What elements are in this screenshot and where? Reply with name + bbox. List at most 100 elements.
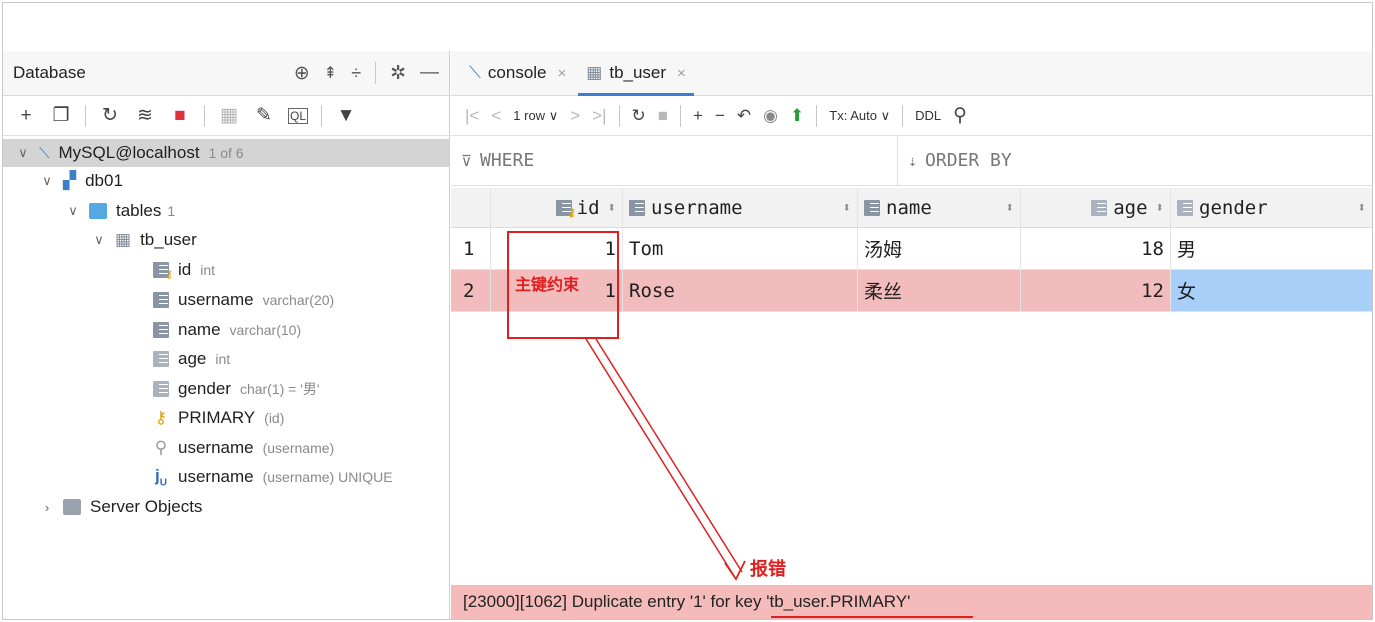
revert-icon[interactable]: ↶ <box>737 106 751 126</box>
cell-age[interactable]: 12 <box>1021 270 1171 311</box>
sort-icon[interactable]: ⬍ <box>608 200 616 216</box>
add-icon[interactable]: + <box>15 105 37 127</box>
ddl-button[interactable]: DDL <box>915 108 941 123</box>
column-label: age <box>178 349 207 368</box>
separator <box>902 104 904 127</box>
edit-icon[interactable]: ✎ <box>253 105 275 127</box>
stop-icon[interactable]: ■ <box>658 106 668 126</box>
column-header-id[interactable]: ⚷ id ⬍ <box>491 188 623 227</box>
order-by-input[interactable]: ⇣ ORDER BY <box>898 136 1372 185</box>
chevron-down-icon[interactable]: ∨ <box>65 203 81 219</box>
editor-tabs: ⟍ console × ▦ tb_user × <box>451 51 1372 96</box>
error-message: [23000][1062] Duplicate entry '1' for ke… <box>463 592 911 611</box>
cell-username[interactable]: Rose <box>623 270 858 311</box>
sort-icon: ⇣ <box>908 151 918 170</box>
crosshair-icon[interactable]: ⊕ <box>294 62 310 85</box>
minimize-icon[interactable]: — <box>420 62 439 84</box>
search-icon[interactable]: ⚲ <box>953 104 967 127</box>
column-header-age[interactable]: age ⬍ <box>1021 188 1171 227</box>
next-page-icon[interactable]: > <box>570 106 580 126</box>
tree-node-table[interactable]: ∨ ▦ tb_user <box>91 226 197 254</box>
filter-icon[interactable]: ▼ <box>335 105 357 127</box>
add-row-icon[interactable]: + <box>693 106 703 126</box>
cell-gender[interactable]: 女 <box>1171 270 1372 311</box>
collapse-all-icon[interactable]: ÷ <box>351 63 361 84</box>
table-icon[interactable]: ▦ <box>218 105 240 127</box>
column-label: gender <box>178 379 231 398</box>
sort-icon[interactable]: ⬍ <box>1156 200 1164 216</box>
rows-selector-label: 1 row <box>513 107 546 123</box>
tree-node-tables-folder[interactable]: ∨ tables 1 <box>65 197 175 225</box>
first-page-icon[interactable]: |< <box>465 106 479 126</box>
schema-icon: ▞ <box>63 171 77 190</box>
separator <box>375 62 377 84</box>
primary-key-annotation: 主键约束 <box>515 275 580 294</box>
tree-node-column-name[interactable]: name varchar(10) <box>153 316 301 344</box>
chevron-down-icon[interactable]: ∨ <box>91 232 107 248</box>
gear-icon[interactable]: ✲ <box>390 62 406 85</box>
submit-icon[interactable]: ⬆ <box>790 106 804 126</box>
tree-node-column-username[interactable]: username varchar(20) <box>153 286 334 314</box>
sort-icon[interactable]: ⬍ <box>1358 200 1366 216</box>
column-icon <box>1177 199 1193 216</box>
grid-header: ⚷ id ⬍ username ⬍ name ⬍ age ⬍ gender ⬍ <box>451 188 1372 228</box>
rows-selector[interactable]: 1 row ∨ <box>513 108 558 124</box>
chevron-down-icon[interactable]: ∨ <box>15 145 31 161</box>
cell-gender[interactable]: 男 <box>1171 228 1372 269</box>
tree-node-connection[interactable]: ∨ ⟍ MySQL@localhost 1 of 6 <box>15 139 243 167</box>
close-icon[interactable]: × <box>558 65 567 82</box>
tree-node-server-objects[interactable]: › Server Objects <box>39 493 203 521</box>
cell-age[interactable]: 18 <box>1021 228 1171 269</box>
column-icon <box>153 322 169 338</box>
delete-row-icon[interactable]: − <box>715 106 725 126</box>
column-header-username[interactable]: username ⬍ <box>623 188 858 227</box>
column-label: name <box>178 320 221 339</box>
previous-page-icon[interactable]: < <box>491 106 501 126</box>
where-filter-input[interactable]: ⊽ WHERE <box>451 136 898 185</box>
tree-node-column-gender[interactable]: gender char(1) = '男' <box>153 375 320 403</box>
chevron-right-icon[interactable]: › <box>39 500 55 515</box>
column-header-name[interactable]: name ⬍ <box>858 188 1021 227</box>
row-number: 1 <box>451 228 491 269</box>
cell-username[interactable]: Tom <box>623 228 858 269</box>
cell-name[interactable]: 汤姆 <box>858 228 1021 269</box>
tree-node-column-age[interactable]: age int <box>153 345 230 373</box>
refresh-icon[interactable]: ↻ <box>632 106 646 126</box>
tree-node-key-username[interactable]: ⚲ username (username) <box>153 434 334 462</box>
column-type: char(1) = '男' <box>239 381 320 397</box>
preview-changes-icon[interactable]: ◉ <box>763 106 778 126</box>
query-console-icon[interactable]: QL <box>288 107 308 124</box>
expand-all-icon[interactable]: ⇞ <box>324 63 337 83</box>
tree-node-index-username[interactable]: jU username (username) UNIQUE <box>153 463 393 491</box>
folder-icon <box>89 203 107 219</box>
folder-icon <box>63 499 81 515</box>
row-number: 2 <box>451 270 491 311</box>
tab-label: tb_user <box>609 63 667 82</box>
tree-node-schema[interactable]: ∨ ▞ db01 <box>39 167 123 195</box>
copy-icon[interactable]: ❐ <box>50 105 72 127</box>
tx-mode-label: Tx: Auto <box>829 107 877 123</box>
column-header-label: username <box>651 196 743 219</box>
sort-icon[interactable]: ⬍ <box>1006 200 1014 216</box>
where-label: WHERE <box>479 150 535 171</box>
column-icon <box>864 199 880 216</box>
stop-icon[interactable]: ■ <box>169 105 191 127</box>
tx-mode-selector[interactable]: Tx: Auto ∨ <box>829 108 890 124</box>
table-icon: ▦ <box>115 230 132 249</box>
cell-name[interactable]: 柔丝 <box>858 270 1021 311</box>
separator <box>816 104 818 127</box>
last-page-icon[interactable]: >| <box>592 106 606 126</box>
sort-icon[interactable]: ⬍ <box>843 200 851 216</box>
close-icon[interactable]: × <box>677 65 686 82</box>
database-panel: Database ⊕ ⇞ ÷ ✲ — + ❐ ↻ ≋ ■ ▦ ✎ QL ▼ ∨ … <box>3 51 450 619</box>
column-header-label: gender <box>1199 196 1268 219</box>
column-header-gender[interactable]: gender ⬍ <box>1171 188 1372 227</box>
chevron-down-icon[interactable]: ∨ <box>39 173 55 189</box>
refresh-icon[interactable]: ↻ <box>99 105 121 127</box>
tab-tb-user[interactable]: ▦ tb_user × <box>576 51 696 96</box>
tree-node-column-id[interactable]: ⚷ id int <box>153 256 215 284</box>
tree-node-key-primary[interactable]: ⚷ PRIMARY (id) <box>153 404 285 432</box>
index-label: username <box>178 467 254 486</box>
schema-icon[interactable]: ≋ <box>134 105 156 127</box>
tab-console[interactable]: ⟍ console × <box>459 51 576 95</box>
